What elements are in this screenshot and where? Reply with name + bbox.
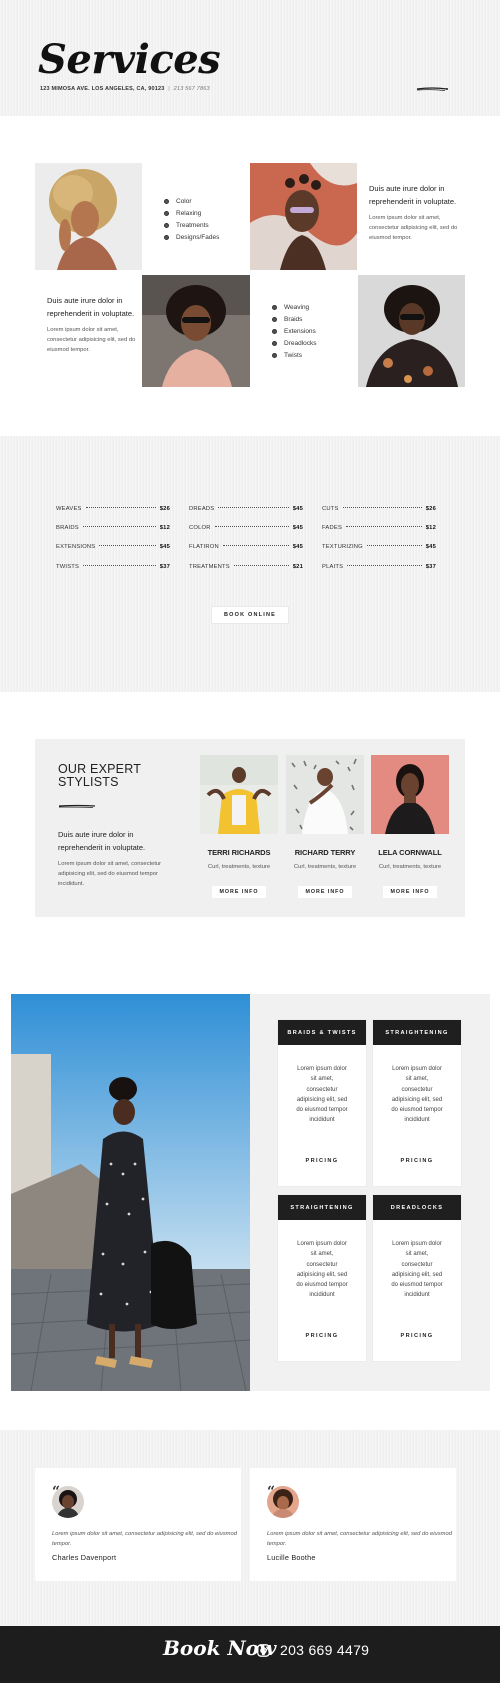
bullet-icon [164, 222, 169, 228]
pricing-card-body: Lorem ipsum dolor sit amet, consectetur … [296, 1066, 348, 1124]
price-row: WEAVES $26 [56, 506, 170, 512]
service-list-two: Weaving Braids Extensions Dreadlocks Twi… [272, 302, 317, 361]
bobby-pin-icon [58, 804, 96, 808]
pricing-card-title: STRAIGHTENING [373, 1020, 461, 1045]
stylist-photo-terri [200, 755, 278, 834]
list-item: Dreadlocks [272, 337, 317, 349]
service-heading: Duis aute irure dolor in reprehenderit i… [47, 296, 135, 318]
separator: | [168, 86, 170, 92]
more-info-button[interactable]: MORE INFO [383, 886, 437, 898]
pricing-button[interactable]: PRICING [278, 1158, 366, 1164]
pricing-card: STRAIGHTENING Lorem ipsum dolor sit amet… [278, 1195, 366, 1361]
stylists-title: OUR EXPERT STYLISTS [58, 763, 168, 789]
stylists-title-line: STYLISTS [58, 775, 119, 789]
address-text: 123 MIMOSA AVE. LOS ANGELES, CA, 90123 [40, 86, 165, 92]
stylist-specialties: Curl, treatments, texture [207, 864, 271, 870]
pricing-card-title: BRAIDS & TWISTS [278, 1020, 366, 1045]
quote-icon: “ [52, 1484, 61, 1500]
price-row: EXTENSIONS $45 [56, 544, 170, 550]
more-info-button[interactable]: MORE INFO [298, 886, 352, 898]
price-row: FADES $12 [322, 525, 436, 531]
bullet-icon [272, 352, 277, 358]
pricing-card: BRAIDS & TWISTS Lorem ipsum dolor sit am… [278, 1020, 366, 1186]
pricing-button[interactable]: PRICING [373, 1158, 461, 1164]
list-item: Treatments [164, 220, 219, 232]
service-body: Lorem ipsum dolor sit amet, consectetur … [369, 215, 458, 241]
price-row: BRAIDS $12 [56, 525, 170, 531]
stylist-photo-lela [371, 755, 449, 834]
header-contact: 123 MIMOSA AVE. LOS ANGELES, CA, 90123 |… [40, 86, 210, 92]
bullet-icon [164, 211, 169, 217]
footer-phone[interactable]: 203 669 4479 [280, 1642, 369, 1658]
service-photo-bantu-knots [250, 163, 357, 270]
price-row: TEXTURIZING $45 [322, 544, 436, 550]
service-body: Lorem ipsum dolor sit amet, consectetur … [47, 327, 136, 353]
feature-photo-woman-walking [11, 994, 250, 1391]
service-heading: Duis aute irure dolor in reprehenderit i… [369, 184, 457, 206]
stylist-specialties: Curl, treatments, texture [293, 864, 357, 870]
list-item: Color [164, 196, 219, 208]
list-item: Twists [272, 349, 317, 361]
price-row: TREATMENTS $21 [189, 564, 303, 570]
pricing-card-title: STRAIGHTENING [278, 1195, 366, 1220]
stylist-name: RICHARD TERRY [294, 848, 356, 857]
stylist-name: TERRI RICHARDS [207, 848, 271, 857]
stylists-body: Lorem ipsum dolor sit amet, consectetur … [58, 861, 162, 887]
service-list-one: Color Relaxing Treatments Designs/Fades [164, 196, 219, 243]
quote-icon: “ [267, 1484, 276, 1500]
bobby-pin-icon [416, 87, 448, 91]
stylists-heading: Duis aute irure dolor in reprehenderit i… [58, 830, 146, 852]
price-row: DREADS $45 [189, 506, 303, 512]
list-item: Weaving [272, 302, 317, 314]
pricing-card: DREADLOCKS Lorem ipsum dolor sit amet, c… [373, 1195, 461, 1361]
testimonial-card: “ Lorem ipsum dolor sit amet, consectetu… [35, 1468, 241, 1581]
pricing-card-body: Lorem ipsum dolor sit amet, consectetur … [391, 1241, 443, 1299]
price-row: CUTS $26 [322, 506, 436, 512]
testimonial-author: Lucille Boothe [267, 1553, 316, 1562]
testimonial-author: Charles Davenport [52, 1553, 117, 1562]
list-item: Designs/Fades [164, 231, 219, 243]
service-text-block-one: Duis aute irure dolor in reprehenderit i… [369, 182, 467, 243]
bullet-icon [164, 234, 169, 240]
list-item: Braids [272, 314, 317, 326]
pricing-button[interactable]: PRICING [278, 1333, 366, 1339]
stylist-name: LELA CORNWALL [378, 848, 442, 857]
list-item: Extensions [272, 326, 317, 338]
bullet-icon [272, 305, 277, 311]
testimonial-text: Lorem ipsum dolor sit amet, consectetur … [267, 1531, 452, 1547]
stylist-photo-richard [286, 755, 364, 834]
stylist-specialties: Curl, treatments, texture [378, 864, 442, 870]
page-title: Services [38, 36, 221, 83]
book-online-button[interactable]: BOOK ONLINE [212, 607, 288, 623]
service-photo-floral-shirt [358, 275, 465, 387]
bullet-icon [164, 199, 169, 205]
pricing-button[interactable]: PRICING [373, 1333, 461, 1339]
testimonial-text: Lorem ipsum dolor sit amet, consectetur … [52, 1531, 237, 1547]
instagram-icon[interactable] [257, 1644, 270, 1657]
bullet-icon [272, 328, 277, 334]
service-text-block-two: Duis aute irure dolor in reprehenderit i… [47, 294, 145, 355]
more-info-button[interactable]: MORE INFO [212, 886, 266, 898]
testimonial-card: “ Lorem ipsum dolor sit amet, consectetu… [250, 1468, 456, 1581]
service-photo-afro-sunglasses [142, 275, 250, 387]
bullet-icon [272, 317, 277, 323]
pricing-card-body: Lorem ipsum dolor sit amet, consectetur … [391, 1066, 443, 1124]
bullet-icon [272, 340, 277, 346]
pricing-card-body: Lorem ipsum dolor sit amet, consectetur … [296, 1241, 348, 1299]
pricing-card-title: DREADLOCKS [373, 1195, 461, 1220]
price-row: COLOR $45 [189, 525, 303, 531]
price-row: PLAITS $37 [322, 564, 436, 570]
header-phone: 213 567 7863 [173, 86, 210, 92]
list-item: Relaxing [164, 208, 219, 220]
service-photo-curly-hair [35, 163, 142, 270]
price-row: TWISTS $37 [56, 564, 170, 570]
pricing-card: STRAIGHTENING Lorem ipsum dolor sit amet… [373, 1020, 461, 1186]
price-row: FLATIRON $45 [189, 544, 303, 550]
